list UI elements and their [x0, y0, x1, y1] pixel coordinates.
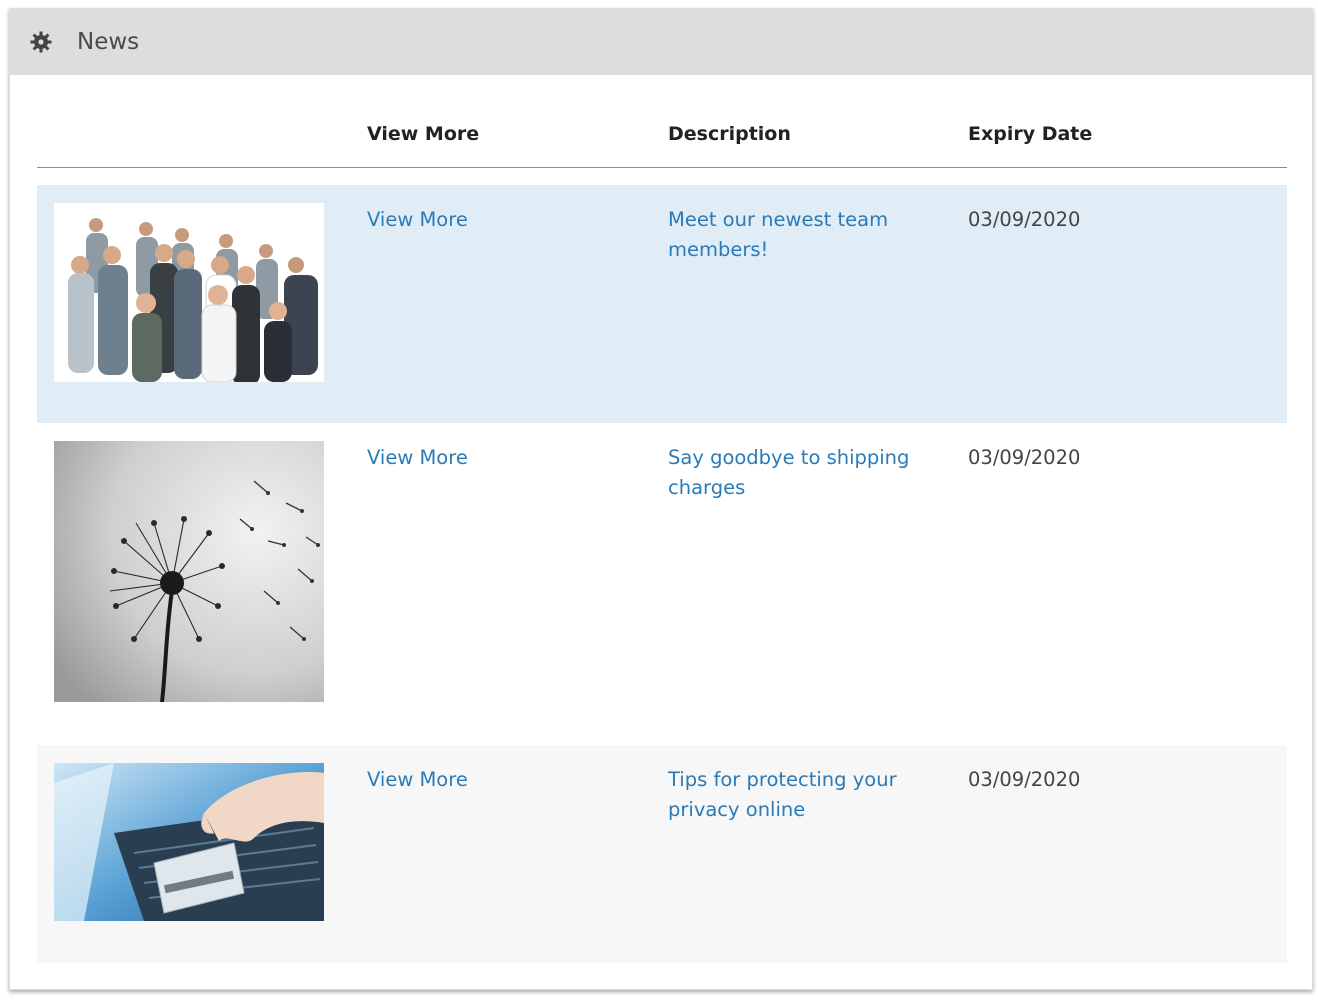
column-header-description[interactable]: Description: [668, 123, 791, 145]
table-row[interactable]: View More Say goodbye to shipping charge…: [37, 423, 1287, 745]
expiry-date: 03/09/2020: [968, 208, 1081, 231]
panel-header: News: [10, 9, 1312, 75]
description-link[interactable]: Meet our newest team members!: [668, 205, 928, 265]
view-more-link[interactable]: View More: [367, 765, 617, 795]
expiry-date: 03/09/2020: [968, 768, 1081, 791]
description-link[interactable]: Say goodbye to shipping charges: [668, 443, 928, 503]
table-header: View More Description Expiry Date: [37, 109, 1287, 168]
description-link[interactable]: Tips for protecting your privacy online: [668, 765, 928, 825]
dandelion-photo[interactable]: [54, 441, 324, 702]
laptop-card-photo[interactable]: [54, 763, 324, 921]
panel-title: News: [77, 29, 140, 55]
gear-icon[interactable]: [29, 30, 53, 54]
view-more-link[interactable]: View More: [367, 205, 617, 235]
table-row[interactable]: View More Meet our newest team members! …: [37, 185, 1287, 423]
news-panel: News View More Description Expiry Date V…: [9, 8, 1313, 990]
column-header-expiry-date[interactable]: Expiry Date: [968, 123, 1092, 145]
expiry-date: 03/09/2020: [968, 446, 1081, 469]
team-photo[interactable]: [54, 203, 324, 382]
view-more-link[interactable]: View More: [367, 443, 617, 473]
table-row[interactable]: View More Tips for protecting your priva…: [37, 745, 1287, 963]
column-header-view-more[interactable]: View More: [367, 123, 479, 145]
